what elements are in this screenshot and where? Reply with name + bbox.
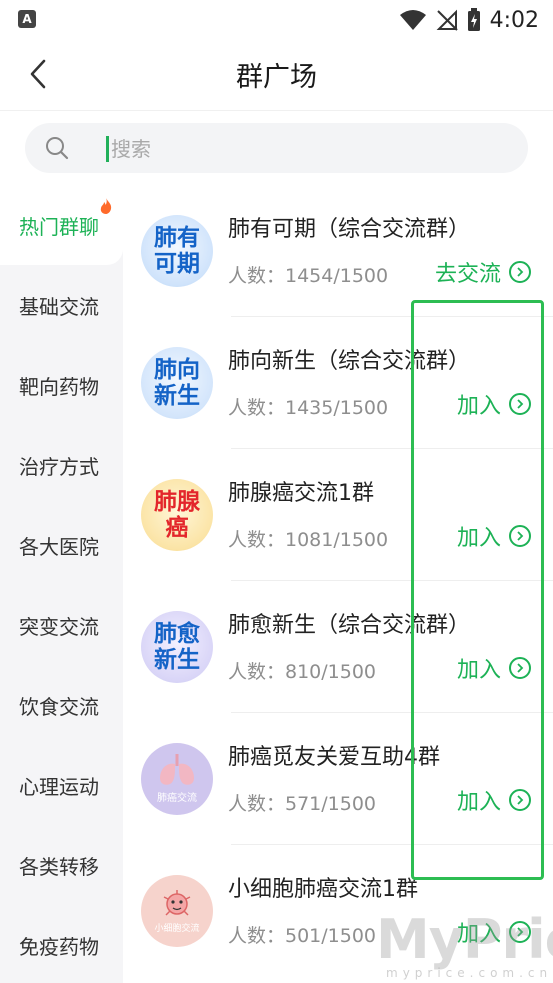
sidebar-item-label: 靶向药物: [19, 374, 99, 399]
join-button[interactable]: 加入: [457, 783, 531, 817]
group-list-item[interactable]: 肺有 可期 肺有可期（综合交流群） 人数：1454/1500 去交流: [123, 185, 553, 317]
sidebar-item-label: 基础交流: [19, 294, 99, 319]
sidebar-item-hospitals[interactable]: 各大医院: [0, 505, 123, 585]
member-count: 人数：1435/1500: [228, 397, 389, 419]
sidebar-item-hot-groups[interactable]: 热门群聊: [0, 185, 123, 265]
page-title: 群广场: [236, 62, 317, 93]
action-label: 去交流: [434, 262, 501, 287]
status-icons: 4:02: [399, 6, 539, 34]
sidebar-item-label: 饮食交流: [19, 694, 99, 719]
group-name: 肺腺癌交流1群: [228, 481, 374, 506]
wifi-icon: [399, 10, 426, 30]
chevron-right-circle-icon: [509, 525, 531, 547]
no-signal-icon: [436, 9, 458, 31]
group-name: 肺向新生（综合交流群）: [228, 349, 471, 374]
screen: A 4:02 群广场 搜索 热门群聊 基础交流 靶向药物 治疗方式 各大医院 突…: [0, 0, 553, 983]
group-avatar: 肺癌交流: [141, 743, 213, 815]
watermark: MyPrice: [376, 908, 553, 971]
group-list-item[interactable]: 肺愈 新生 肺愈新生（综合交流群） 人数：810/1500 加入: [123, 581, 553, 713]
sidebar-item-label: 各类转移: [19, 854, 99, 879]
chevron-right-circle-icon: [509, 393, 531, 415]
group-list-item[interactable]: 肺癌交流 肺癌觅友关爱互助4群 人数：571/1500 加入: [123, 713, 553, 845]
action-label: 加入: [456, 658, 501, 683]
action-label: 加入: [456, 790, 501, 815]
category-sidebar: 热门群聊 基础交流 靶向药物 治疗方式 各大医院 突变交流 饮食交流 心理运动 …: [0, 185, 123, 983]
clock-time: 4:02: [489, 7, 539, 33]
action-label: 加入: [456, 526, 501, 551]
header-bar: 群广场: [0, 40, 553, 111]
chevron-right-circle-icon: [509, 261, 531, 283]
chevron-right-circle-icon: [509, 657, 531, 679]
group-name: 肺有可期（综合交流群）: [228, 217, 471, 242]
go-chat-button[interactable]: 去交流: [435, 255, 531, 289]
action-label: 加入: [456, 394, 501, 419]
cell-icon: [163, 889, 191, 916]
sidebar-item-label: 各大医院: [19, 534, 99, 559]
group-avatar: 肺向 新生: [141, 347, 213, 419]
status-bar: A 4:02: [0, 0, 553, 40]
sidebar-item-immunotherapy[interactable]: 免疫药物: [0, 905, 123, 983]
sidebar-item-metastasis[interactable]: 各类转移: [0, 825, 123, 905]
member-count: 人数：571/1500: [228, 793, 377, 815]
group-name: 肺愈新生（综合交流群）: [228, 613, 471, 638]
group-avatar-text: 肺有 可期: [154, 225, 200, 277]
group-avatar: 肺有 可期: [141, 215, 213, 287]
sidebar-item-diet[interactable]: 饮食交流: [0, 665, 123, 745]
member-count: 人数：810/1500: [228, 661, 377, 683]
group-avatar-text: 肺向 新生: [154, 357, 200, 409]
sidebar-item-label: 治疗方式: [19, 454, 99, 479]
chevron-right-circle-icon: [509, 789, 531, 811]
group-avatar-text: 肺癌交流: [157, 793, 197, 804]
search-bar[interactable]: [25, 123, 528, 173]
sidebar-item-basic-exchange[interactable]: 基础交流: [0, 265, 123, 345]
group-name: 肺癌觅友关爱互助4群: [228, 745, 440, 770]
group-avatar: 肺愈 新生: [141, 611, 213, 683]
group-avatar: 肺腺 癌: [141, 479, 213, 551]
member-count: 人数：1081/1500: [228, 529, 389, 551]
watermark-url: myprice.com.cn: [386, 966, 553, 980]
join-button[interactable]: 加入: [457, 519, 531, 553]
group-avatar-text: 肺腺 癌: [154, 489, 200, 541]
battery-charging-icon: [467, 8, 480, 31]
group-list-item[interactable]: 肺向 新生 肺向新生（综合交流群） 人数：1435/1500 加入: [123, 317, 553, 449]
group-avatar-text: 小细胞交流: [154, 923, 200, 934]
sidebar-item-treatment[interactable]: 治疗方式: [0, 425, 123, 505]
sidebar-item-targeted-drugs[interactable]: 靶向药物: [0, 345, 123, 425]
sidebar-item-label: 心理运动: [19, 774, 99, 799]
app-notification-icon: A: [18, 10, 36, 28]
join-button[interactable]: 加入: [457, 651, 531, 685]
member-count: 人数：1454/1500: [228, 265, 389, 287]
join-button[interactable]: 加入: [457, 387, 531, 421]
member-count: 人数：501/1500: [228, 925, 377, 947]
group-avatar-text: 肺愈 新生: [154, 621, 200, 673]
search-input[interactable]: [109, 132, 493, 166]
lungs-icon: [160, 754, 194, 785]
sidebar-item-mental-exercise[interactable]: 心理运动: [0, 745, 123, 825]
group-list-item[interactable]: 肺腺 癌 肺腺癌交流1群 人数：1081/1500 加入: [123, 449, 553, 581]
sidebar-item-label: 突变交流: [19, 614, 99, 639]
sidebar-item-label: 免疫药物: [19, 934, 99, 959]
sidebar-item-label: 热门群聊: [19, 214, 99, 239]
group-name: 小细胞肺癌交流1群: [228, 877, 418, 902]
search-icon: [46, 137, 69, 160]
group-avatar: 小细胞交流: [141, 875, 213, 947]
sidebar-item-mutation[interactable]: 突变交流: [0, 585, 123, 665]
flame-icon: [100, 198, 112, 214]
